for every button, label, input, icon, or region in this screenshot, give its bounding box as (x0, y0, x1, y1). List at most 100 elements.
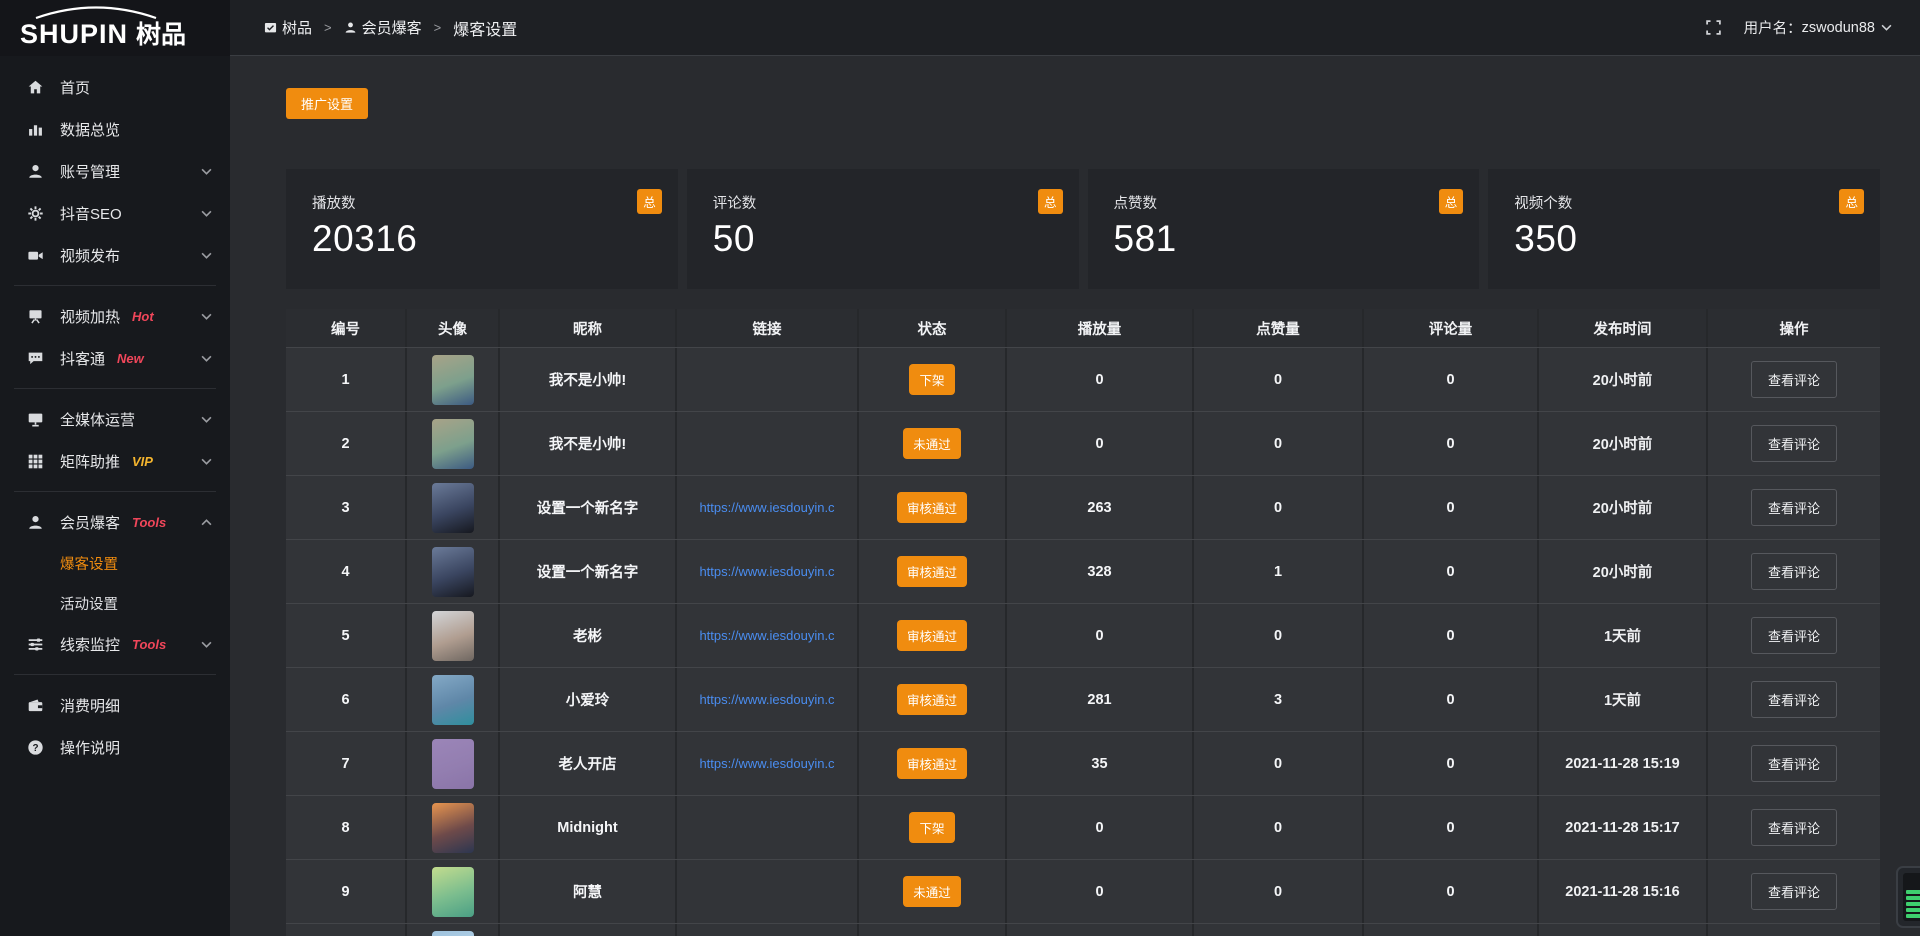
cell-plays: 0 (1007, 796, 1194, 859)
cell-comments: 0 (1364, 796, 1539, 859)
cell-action: 查看评论 (1708, 412, 1880, 475)
row-number: 8 (341, 820, 349, 836)
video-icon (26, 246, 45, 265)
sidebar-item-抖客通[interactable]: 抖客通New (0, 337, 230, 379)
cell-avatar (407, 668, 500, 731)
cell-comments: 0 (1364, 540, 1539, 603)
chevron-down-icon (201, 641, 212, 648)
status-badge[interactable]: 审核通过 (897, 620, 967, 651)
user-menu[interactable]: 用户名： zswodun88 (1744, 17, 1892, 38)
status-badge[interactable]: 下架 (909, 364, 954, 395)
sidebar-item-线索监控[interactable]: 线索监控Tools (0, 623, 230, 665)
publish-time: 20小时前 (1593, 369, 1653, 390)
promo-settings-button[interactable]: 推广设置 (286, 88, 368, 119)
sidebar-item-矩阵助推[interactable]: 矩阵助推VIP (0, 440, 230, 482)
cell-status (859, 924, 1007, 936)
sidebar-item-数据总览[interactable]: 数据总览 (0, 108, 230, 150)
avatar (432, 675, 474, 725)
sidebar-item-全媒体运营[interactable]: 全媒体运营 (0, 398, 230, 440)
cell-likes: 1 (1194, 540, 1364, 603)
column-header-编号: 编号 (286, 309, 407, 347)
cell-comments: 0 (1364, 348, 1539, 411)
sidebar-item-会员爆客[interactable]: 会员爆客Tools (0, 501, 230, 543)
view-comments-button[interactable]: 查看评论 (1751, 425, 1837, 462)
cell-plays-value: 35 (1091, 756, 1107, 772)
cell-likes: 0 (1194, 732, 1364, 795)
stat-value: 581 (1114, 218, 1464, 260)
view-comments-button[interactable]: 查看评论 (1751, 873, 1837, 910)
sidebar-item-抖音SEO[interactable]: 抖音SEO (0, 192, 230, 234)
total-badge: 总 (637, 189, 662, 214)
sidebar-subitem-活动设置[interactable]: 活动设置 (0, 583, 230, 623)
sidebar-item-首页[interactable]: 首页 (0, 66, 230, 108)
total-badge: 总 (1038, 189, 1063, 214)
stat-value: 350 (1514, 218, 1864, 260)
cell-nickname: Midnight (500, 796, 677, 859)
cell-likes-value: 1 (1274, 564, 1282, 580)
stat-card-videos: 视频个数 总 350 (1488, 169, 1880, 289)
status-badge[interactable]: 审核通过 (897, 684, 967, 715)
sidebar-divider (14, 674, 216, 675)
status-badge[interactable]: 审核通过 (897, 748, 967, 779)
video-link[interactable]: https://www.iesdouyin.c (699, 500, 834, 515)
view-comments-button[interactable]: 查看评论 (1751, 361, 1837, 398)
avatar (432, 611, 474, 661)
cell-publish-time: 20小时前 (1539, 476, 1708, 539)
cell-plays: 35 (1007, 732, 1194, 795)
grid-icon (26, 452, 45, 471)
sidebar-item-label: 抖客通 (60, 348, 105, 369)
stat-value: 20316 (312, 218, 662, 260)
cell-avatar (407, 796, 500, 859)
monitor-icon (26, 410, 45, 429)
status-badge[interactable]: 审核通过 (897, 556, 967, 587)
table-row: 2我不是小帅!未通过00020小时前查看评论 (286, 411, 1880, 475)
view-comments-button[interactable]: 查看评论 (1751, 809, 1837, 846)
video-link[interactable]: https://www.iesdouyin.c (699, 564, 834, 579)
sidebar-item-label: 视频发布 (60, 245, 120, 266)
chevron-down-icon (201, 168, 212, 175)
view-comments-button[interactable]: 查看评论 (1751, 617, 1837, 654)
sidebar-item-操作说明[interactable]: ?操作说明 (0, 726, 230, 768)
fullscreen-icon[interactable] (1705, 19, 1722, 36)
nickname: 设置一个新名字 (537, 561, 639, 582)
edge-indicator-widget[interactable] (1896, 866, 1920, 928)
topbar: SHUPIN 树品 树品 > 会员爆客 > 爆客设置 用户名： z (0, 0, 1920, 56)
view-comments-button[interactable]: 查看评论 (1751, 553, 1837, 590)
video-link[interactable]: https://www.iesdouyin.c (699, 628, 834, 643)
total-badge: 总 (1439, 189, 1464, 214)
logo-text-cn: 树品 (136, 23, 186, 48)
sidebar-nav: 首页数据总览账号管理抖音SEO 视频发布视频加热Hot抖客通New 全媒体运营矩阵助… (0, 66, 230, 768)
cell-likes-value: 0 (1274, 372, 1282, 388)
topbar-right: 用户名： zswodun88 (1705, 17, 1892, 38)
sidebar-item-视频加热[interactable]: 视频加热Hot (0, 295, 230, 337)
cell-avatar (407, 860, 500, 923)
status-badge[interactable]: 下架 (909, 812, 954, 843)
sidebar-subitem-爆客设置[interactable]: 爆客设置 (0, 543, 230, 583)
table-row: 4设置一个新名字https://www.iesdouyin.c审核通过32810… (286, 539, 1880, 603)
logo[interactable]: SHUPIN 树品 (0, 0, 230, 56)
cell-publish-time (1539, 924, 1708, 936)
breadcrumb-item-home[interactable]: 树品 (264, 17, 312, 38)
total-badge: 总 (1839, 189, 1864, 214)
video-link[interactable]: https://www.iesdouyin.c (699, 756, 834, 771)
status-badge[interactable]: 未通过 (903, 876, 961, 907)
cell-status: 未通过 (859, 412, 1007, 475)
video-link[interactable]: https://www.iesdouyin.c (699, 692, 834, 707)
cell-status: 下架 (859, 348, 1007, 411)
view-comments-button[interactable]: 查看评论 (1751, 681, 1837, 718)
nickname: 老人开店 (559, 753, 617, 774)
view-comments-button[interactable]: 查看评论 (1751, 745, 1837, 782)
sidebar-item-账号管理[interactable]: 账号管理 (0, 150, 230, 192)
table-row: 3设置一个新名字https://www.iesdouyin.c审核通过26300… (286, 475, 1880, 539)
status-badge[interactable]: 未通过 (903, 428, 961, 459)
row-number: 7 (341, 756, 349, 772)
video-table: 编号头像昵称链接状态播放量点赞量评论量发布时间操作 1我不是小帅!下架00020… (286, 309, 1880, 936)
view-comments-button[interactable]: 查看评论 (1751, 489, 1837, 526)
status-badge[interactable]: 审核通过 (897, 492, 967, 523)
breadcrumb-item-member[interactable]: 会员爆客 (344, 17, 422, 38)
sidebar-item-消费明细[interactable]: 消费明细 (0, 684, 230, 726)
sidebar-item-视频发布[interactable]: 视频发布 (0, 234, 230, 276)
cell-number: 5 (286, 604, 407, 667)
sidebar-item-label: 操作说明 (60, 737, 120, 758)
cell-plays-value: 0 (1095, 628, 1103, 644)
